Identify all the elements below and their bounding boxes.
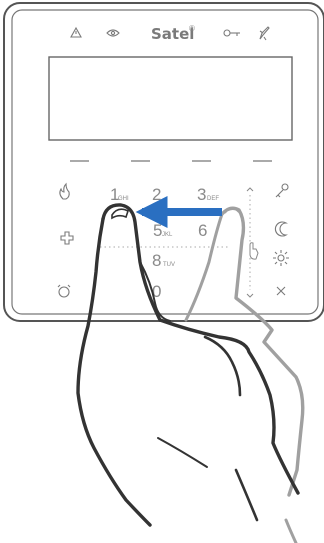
key-1-letters: GHI — [118, 196, 129, 202]
key-2[interactable]: 2 — [152, 185, 161, 204]
key-3-letters: DEF — [207, 196, 219, 202]
key-3[interactable]: 3 — [197, 185, 206, 204]
keypad-swipe-diagram: Satel ® 1 GHI 2 3 DEF 5 JKL 6 8 TUV 0 — [3, 2, 324, 543]
keypad-frame — [3, 2, 324, 322]
front-wrist — [234, 468, 259, 522]
front-palm-crease — [157, 437, 208, 468]
brand-registered-mark: ® — [189, 24, 195, 33]
key-8[interactable]: 8 — [152, 251, 161, 270]
front-thumb — [203, 335, 242, 397]
lcd-display — [48, 56, 293, 141]
key-5-letters: JKL — [162, 232, 173, 238]
brand-logo: Satel — [151, 25, 194, 43]
key-6[interactable]: 6 — [198, 221, 207, 240]
key-8-letters: TUV — [163, 262, 175, 268]
back-thumb-line — [284, 518, 298, 543]
